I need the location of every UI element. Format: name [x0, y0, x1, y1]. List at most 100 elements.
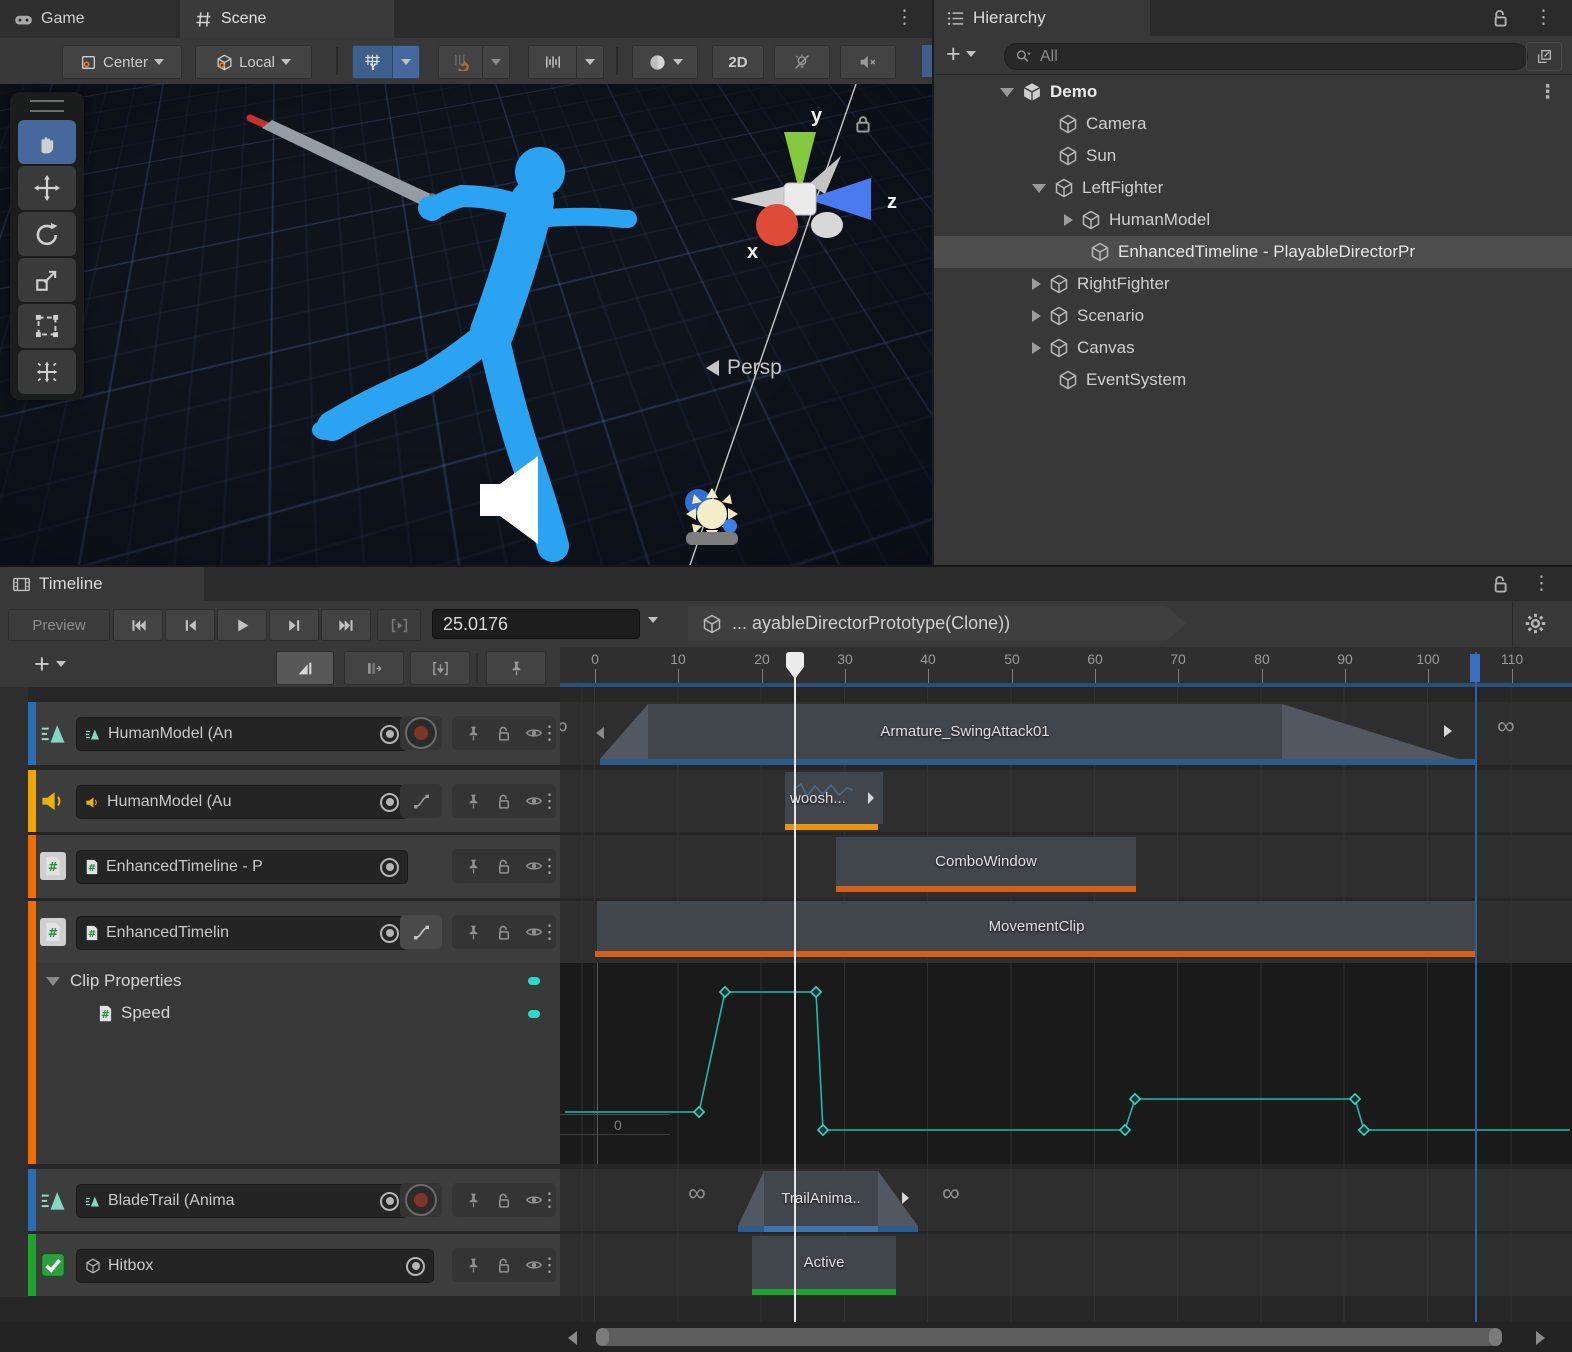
drag-handle-icon[interactable] — [30, 100, 64, 112]
previous-frame-button[interactable] — [165, 609, 215, 641]
scene-picker-button[interactable] — [1526, 42, 1562, 71]
scroll-max-handle[interactable] — [1489, 1328, 1502, 1346]
pin-icon[interactable] — [465, 858, 482, 875]
unlock-icon[interactable] — [1490, 574, 1510, 594]
unlock-icon[interactable] — [495, 1192, 512, 1209]
grid-snap-toggle[interactable] — [352, 45, 394, 79]
pin-icon[interactable] — [465, 924, 482, 941]
marker-toggle-button[interactable] — [486, 651, 546, 685]
projection-toggle[interactable]: Persp — [706, 356, 782, 380]
scene-options-kebab-icon[interactable] — [1538, 83, 1554, 102]
tab-game[interactable]: Game — [0, 0, 176, 38]
hand-tool-button[interactable] — [18, 120, 76, 164]
timeline-ruler[interactable]: 0 10 20 30 40 50 60 70 80 90 100 110 — [560, 647, 1572, 687]
gizmo-axis-x[interactable] — [756, 204, 798, 246]
grid-snap-dropdown[interactable] — [392, 45, 420, 79]
hierarchy-item-camera[interactable]: Camera — [934, 108, 1572, 140]
orientation-gizmo[interactable]: y z x — [625, 84, 925, 314]
playhead-line[interactable] — [794, 652, 796, 1322]
object-picker-icon[interactable] — [380, 1192, 399, 1211]
hierarchy-item-scenario[interactable]: Scenario — [934, 300, 1572, 332]
replace-mode-button[interactable] — [410, 651, 470, 685]
scene-menu-kebab-icon[interactable] — [895, 8, 911, 27]
record-button[interactable] — [400, 1183, 442, 1217]
hierarchy-item-leftfighter[interactable]: LeftFighter — [934, 172, 1572, 204]
pivot-mode-button[interactable]: Center — [62, 45, 182, 79]
play-range-button[interactable] — [377, 609, 421, 641]
track-header-animation-humanmodel[interactable]: HumanModel (An — [28, 702, 560, 765]
timeline-menu-kebab-icon[interactable] — [1532, 574, 1548, 593]
track-header-animation-bladetrail[interactable]: BladeTrail (Anima — [28, 1169, 560, 1231]
clip-out-handle-icon[interactable] — [1444, 725, 1452, 737]
track-header-audio-humanmodel[interactable]: HumanModel (Au — [28, 770, 560, 832]
clipped-toolbar-button[interactable] — [922, 45, 932, 77]
foldout-closed-icon[interactable] — [1032, 310, 1041, 322]
track-kebab-icon[interactable] — [540, 792, 556, 811]
foldout-closed-icon[interactable] — [1032, 278, 1041, 290]
time-format-dropdown[interactable] — [648, 617, 658, 623]
track-binding-field[interactable]: EnhancedTimelin — [76, 916, 408, 950]
scroll-min-handle[interactable] — [596, 1328, 609, 1346]
move-tool-button[interactable] — [18, 166, 76, 210]
clips-area[interactable]: Armature_SwingAttack01 woosh... ComboWin… — [560, 687, 1572, 1322]
scene-viewport[interactable]: y z x Persp — [0, 84, 932, 565]
zoom-scrollbar-thumb[interactable] — [596, 1328, 1502, 1346]
hierarchy-item-canvas[interactable]: Canvas — [934, 332, 1572, 364]
track-kebab-icon[interactable] — [540, 1191, 556, 1210]
unlock-icon[interactable] — [495, 793, 512, 810]
object-picker-icon[interactable] — [380, 793, 399, 812]
hierarchy-search-field[interactable] — [1004, 43, 1528, 70]
hierarchy-item-eventsystem[interactable]: EventSystem — [934, 364, 1572, 396]
clip-properties-foldout[interactable]: Clip Properties — [46, 971, 182, 991]
ripple-mode-button[interactable] — [344, 651, 404, 685]
foldout-closed-icon[interactable] — [1064, 214, 1073, 226]
clip-movementclip[interactable]: MovementClip — [597, 901, 1476, 951]
clip-armature-swingattack[interactable]: Armature_SwingAttack01 — [648, 704, 1282, 759]
scroll-right-icon[interactable] — [1536, 1331, 1545, 1345]
pin-icon[interactable] — [465, 725, 482, 742]
object-picker-icon[interactable] — [380, 924, 399, 943]
scroll-left-icon[interactable] — [568, 1331, 577, 1345]
unlock-icon[interactable] — [495, 725, 512, 742]
unlock-icon[interactable] — [495, 858, 512, 875]
add-track-button[interactable]: + — [34, 653, 66, 675]
curves-toggle-button[interactable] — [400, 784, 442, 818]
hierarchy-item-humanmodel[interactable]: HumanModel — [934, 204, 1572, 236]
clip-out-handle-icon[interactable] — [868, 792, 874, 804]
object-picker-icon[interactable] — [406, 1257, 425, 1276]
object-picker-icon[interactable] — [380, 725, 399, 744]
shading-mode-button[interactable] — [632, 45, 698, 79]
clip-trailanimation[interactable]: TrailAnima.. — [764, 1171, 878, 1226]
clip-in-handle-icon[interactable] — [596, 727, 604, 739]
tab-hierarchy[interactable]: Hierarchy — [934, 0, 1150, 36]
orientation-button[interactable]: Local — [195, 45, 312, 79]
unlock-icon[interactable] — [1490, 8, 1510, 28]
scene-lighting-toggle[interactable] — [774, 45, 830, 79]
track-header-activation-hitbox[interactable]: Hitbox — [28, 1234, 560, 1296]
track-binding-field[interactable]: EnhancedTimeline - P — [76, 850, 408, 884]
hierarchy-item-rightfighter[interactable]: RightFighter — [934, 268, 1572, 300]
record-button[interactable] — [400, 716, 442, 750]
timeline-end-marker[interactable] — [1470, 654, 1480, 682]
mix-mode-button[interactable] — [276, 651, 334, 685]
goto-end-button[interactable] — [321, 609, 371, 641]
rotate-tool-button[interactable] — [18, 212, 76, 256]
track-header-playable-combowindow[interactable]: EnhancedTimeline - P — [28, 835, 560, 898]
increment-snap-button[interactable] — [528, 45, 578, 79]
track-binding-field[interactable]: Hitbox — [76, 1249, 434, 1283]
track-binding-field[interactable]: HumanModel (Au — [76, 785, 408, 819]
next-frame-button[interactable] — [269, 609, 319, 641]
create-object-button[interactable]: + — [946, 44, 976, 64]
gizmo-lock-icon[interactable] — [857, 117, 868, 131]
hierarchy-item-enhancedtimeline[interactable]: EnhancedTimeline - PlayableDirectorPr — [934, 236, 1572, 268]
clip-combowindow[interactable]: ComboWindow — [836, 837, 1136, 886]
track-binding-field[interactable]: BladeTrail (Anima — [76, 1184, 408, 1218]
track-header-playable-movement[interactable]: EnhancedTimelin — [28, 901, 560, 963]
foldout-closed-icon[interactable] — [1032, 342, 1041, 354]
tab-scene[interactable]: Scene — [180, 0, 394, 38]
clip-active[interactable]: Active — [752, 1236, 896, 1289]
pin-icon[interactable] — [465, 793, 482, 810]
speed-parameter-row[interactable]: Speed — [98, 1003, 170, 1023]
track-kebab-icon[interactable] — [540, 857, 556, 876]
track-binding-field[interactable]: HumanModel (An — [76, 717, 408, 751]
